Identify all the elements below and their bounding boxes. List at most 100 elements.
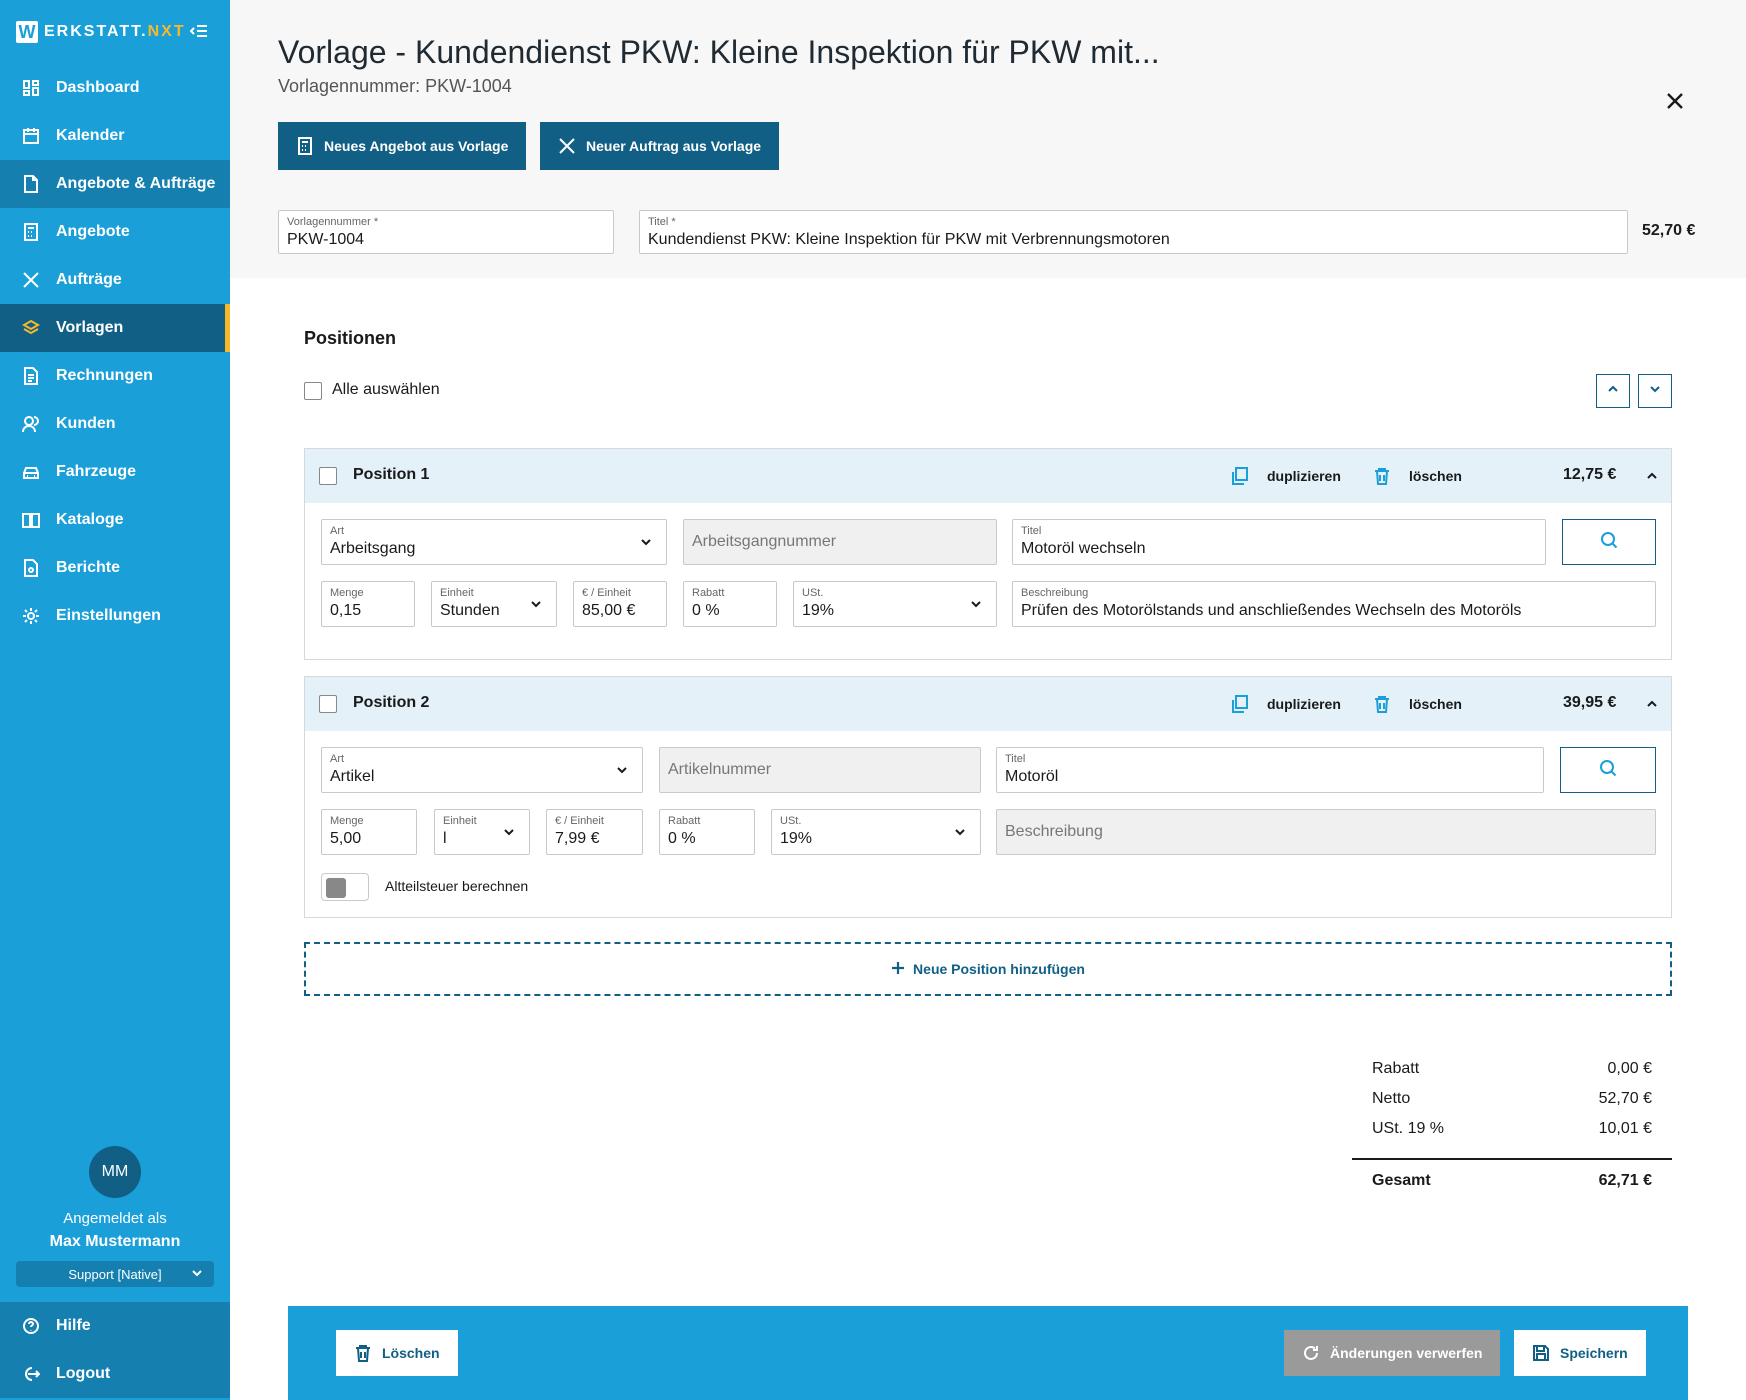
new-offer-from-template-button[interactable]: Neues Angebot aus Vorlage [278, 122, 527, 170]
nav-item-kunden[interactable]: Kunden [0, 400, 230, 448]
position-title-field[interactable]: Titel Motoröl [996, 747, 1544, 793]
save-button[interactable]: Speichern [1514, 1330, 1646, 1376]
netto-label: Netto [1372, 1090, 1411, 1107]
logout-icon [22, 1365, 40, 1383]
description-field[interactable]: Beschreibung Prüfen des Motorölstands un… [1012, 581, 1656, 627]
trash-icon [354, 1344, 372, 1362]
chevron-up-icon [1606, 382, 1620, 401]
move-up-button[interactable] [1596, 374, 1630, 408]
copy-icon [1231, 695, 1249, 713]
discount-value: 0 % [668, 830, 696, 847]
quantity-field[interactable]: Menge 0,15 [321, 581, 415, 627]
template-title-value: Kundendienst PKW: Kleine Inspektion für … [648, 231, 1170, 248]
gesamt-value: 62,71 € [1598, 1172, 1652, 1189]
unit-price-field[interactable]: € / Einheit 7,99 € [546, 809, 643, 855]
operation-number-field[interactable]: Arbeitsgangnummer [683, 519, 997, 565]
action-bar: Löschen Änderungen verwerfen Speichern [288, 1306, 1688, 1400]
unit-price-label: € / Einheit [555, 815, 604, 827]
nav-item-hilfe[interactable]: Hilfe [0, 1302, 230, 1350]
duplicate-label: duplizieren [1267, 696, 1341, 712]
description-field[interactable]: Beschreibung [996, 809, 1656, 855]
art-select[interactable]: Art Artikel [321, 747, 643, 793]
altteilsteuer-label: Altteilsteuer berechnen [385, 878, 529, 894]
nav-item-vorlagen[interactable]: Vorlagen [0, 304, 230, 352]
search-icon [1600, 531, 1618, 554]
user-area: MM Angemeldet als Max Mustermann Support… [0, 1146, 230, 1287]
quantity-field[interactable]: Menge 5,00 [321, 809, 417, 855]
duplicate-button[interactable]: duplizieren [1231, 467, 1341, 485]
nav-item-dashboard[interactable]: Dashboard [0, 64, 230, 112]
discount-field[interactable]: Rabatt 0 % [659, 809, 755, 855]
nav-item-berichte[interactable]: Berichte [0, 544, 230, 592]
vat-label: USt. [780, 815, 802, 827]
nav-item-logout[interactable]: Logout [0, 1350, 230, 1398]
new-order-from-template-button[interactable]: Neuer Auftrag aus Vorlage [540, 122, 780, 170]
operation-number-placeholder: Arbeitsgangnummer [692, 533, 837, 550]
position-header[interactable]: Position 1 duplizieren löschen 12,75 € [305, 449, 1671, 503]
tenant-select[interactable]: Support [Native] [16, 1261, 214, 1287]
nav-item-fahrzeuge[interactable]: Fahrzeuge [0, 448, 230, 496]
invoice-icon [22, 367, 40, 385]
altteilsteuer-toggle[interactable] [321, 873, 369, 901]
app-logo[interactable]: W ERKSTATT.NXT [16, 20, 186, 44]
nav-item-kalender[interactable]: Kalender [0, 112, 230, 160]
new-order-label: Neuer Auftrag aus Vorlage [586, 138, 762, 154]
add-position-button[interactable]: Neue Position hinzufügen [304, 942, 1672, 996]
article-number-field[interactable]: Artikelnummer [659, 747, 981, 793]
discount-field[interactable]: Rabatt 0 % [683, 581, 777, 627]
nav-item-angebote[interactable]: Angebote [0, 208, 230, 256]
position-header[interactable]: Position 2 duplizieren löschen 39,95 € [305, 677, 1671, 731]
nav-item-angebote-auftraege[interactable]: Angebote & Aufträge [0, 160, 230, 208]
totals-row-ust: USt. 19 % 10,01 € [1352, 1120, 1672, 1150]
nav-label-dashboard: Dashboard [56, 79, 140, 96]
page-title: Vorlage - Kundendienst PKW: Kleine Inspe… [278, 34, 1160, 70]
vat-select[interactable]: USt. 19% [771, 809, 981, 855]
unit-label: Einheit [443, 815, 477, 827]
position-checkbox[interactable] [319, 695, 337, 713]
delete-button[interactable]: Löschen [336, 1330, 458, 1376]
header-area: Vorlage - Kundendienst PKW: Kleine Inspe… [230, 0, 1746, 278]
unit-price-value: 85,00 € [582, 602, 636, 619]
new-offer-label: Neues Angebot aus Vorlage [324, 138, 509, 154]
art-label: Art [330, 525, 345, 537]
avatar[interactable]: MM [89, 1146, 141, 1198]
nav-label-kunden: Kunden [56, 415, 116, 432]
logged-in-label: Angemeldet als [63, 1210, 167, 1227]
chevron-up-icon[interactable] [1645, 469, 1659, 483]
add-position-label: Neue Position hinzufügen [913, 961, 1085, 977]
quantity-label: Menge [330, 815, 364, 827]
unit-select[interactable]: Einheit l [434, 809, 530, 855]
nav-item-auftraege[interactable]: Aufträge [0, 256, 230, 304]
collapse-sidebar-icon[interactable] [189, 22, 208, 40]
delete-label: löschen [1409, 696, 1462, 712]
search-button[interactable] [1562, 519, 1656, 565]
discount-label: Rabatt [668, 815, 701, 827]
close-icon[interactable] [1664, 90, 1686, 112]
template-title-field[interactable]: Titel * Kundendienst PKW: Kleine Inspekt… [639, 210, 1628, 254]
move-down-button[interactable] [1638, 374, 1672, 408]
save-icon [1532, 1344, 1550, 1362]
position-checkbox[interactable] [319, 467, 337, 485]
template-number-field[interactable]: Vorlagennummer * PKW-1004 [278, 210, 614, 254]
art-label: Art [330, 753, 345, 765]
select-all-checkbox[interactable] [304, 382, 322, 400]
art-select[interactable]: Art Arbeitsgang [321, 519, 667, 565]
delete-position-button[interactable]: löschen [1373, 467, 1462, 485]
nav-label-kalender: Kalender [56, 127, 125, 144]
unit-select[interactable]: Einheit Stunden [431, 581, 557, 627]
nav-item-rechnungen[interactable]: Rechnungen [0, 352, 230, 400]
delete-position-button[interactable]: löschen [1373, 695, 1462, 713]
search-icon [1599, 759, 1617, 782]
duplicate-button[interactable]: duplizieren [1231, 695, 1341, 713]
discard-changes-button[interactable]: Änderungen verwerfen [1284, 1330, 1501, 1376]
select-all-label: Alle auswählen [332, 381, 440, 398]
nav-item-einstellungen[interactable]: Einstellungen [0, 592, 230, 640]
chevron-up-icon[interactable] [1645, 697, 1659, 711]
search-button[interactable] [1560, 747, 1656, 793]
totals-row-rabatt: Rabatt 0,00 € [1352, 1060, 1672, 1090]
vat-select[interactable]: USt. 19% [793, 581, 997, 627]
unit-price-field[interactable]: € / Einheit 85,00 € [573, 581, 667, 627]
position-title-field[interactable]: Titel Motoröl wechseln [1012, 519, 1546, 565]
nav-item-kataloge[interactable]: Kataloge [0, 496, 230, 544]
calendar-icon [22, 127, 40, 145]
